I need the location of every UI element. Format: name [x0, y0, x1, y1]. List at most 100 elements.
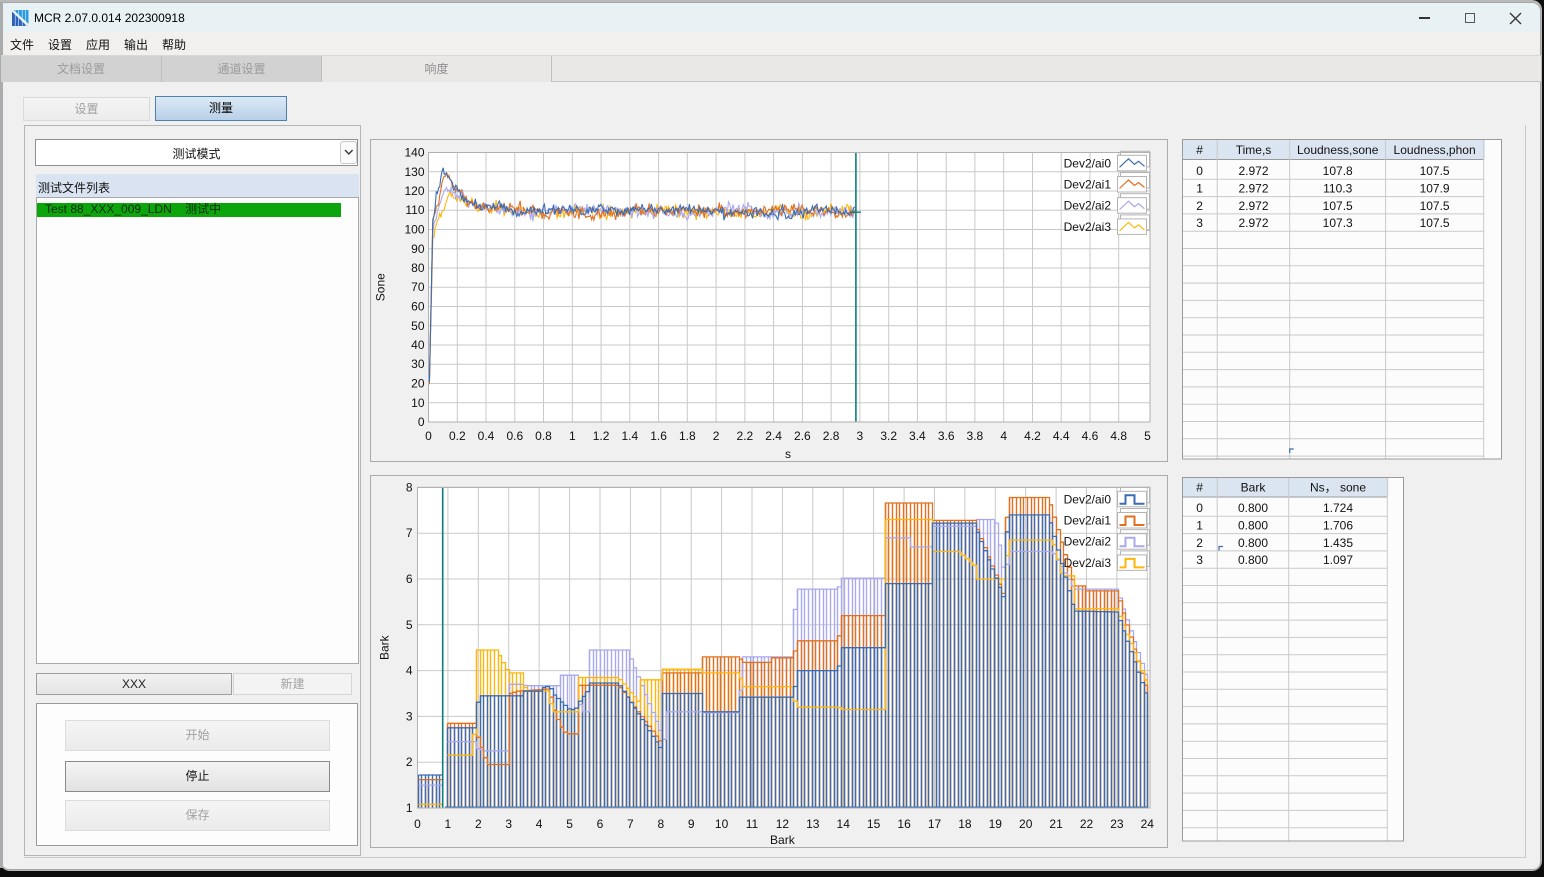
svg-text:0.4: 0.4 — [478, 429, 495, 443]
svg-text:0.800: 0.800 — [1237, 553, 1267, 567]
svg-text:130: 130 — [404, 165, 424, 179]
svg-text:7: 7 — [406, 526, 413, 540]
svg-text:120: 120 — [404, 184, 424, 198]
svg-text:1.435: 1.435 — [1322, 536, 1352, 550]
svg-text:2: 2 — [1196, 199, 1203, 213]
svg-text:Dev2/ai0: Dev2/ai0 — [1064, 492, 1112, 506]
svg-text:0: 0 — [425, 429, 432, 443]
svg-text:Bark: Bark — [378, 634, 392, 660]
svg-text:2: 2 — [406, 755, 413, 769]
svg-text:2: 2 — [713, 429, 720, 443]
svg-text:8: 8 — [406, 480, 413, 494]
svg-text:1.706: 1.706 — [1322, 519, 1352, 533]
svg-text:6: 6 — [597, 817, 604, 831]
svg-text:1.6: 1.6 — [650, 429, 667, 443]
svg-text:7: 7 — [627, 817, 634, 831]
svg-text:140: 140 — [404, 146, 424, 160]
svg-text:2: 2 — [1196, 536, 1203, 550]
svg-text:0.8: 0.8 — [535, 429, 552, 443]
svg-text:1: 1 — [569, 429, 576, 443]
svg-text:Bark: Bark — [770, 833, 796, 847]
svg-text:110: 110 — [405, 203, 424, 217]
svg-text:Sone: Sone — [374, 273, 388, 301]
svg-text:14: 14 — [837, 817, 851, 831]
svg-text:100: 100 — [404, 223, 424, 237]
svg-text:20: 20 — [1019, 817, 1033, 831]
svg-text:4.8: 4.8 — [1110, 429, 1127, 443]
svg-text:0: 0 — [418, 415, 425, 429]
svg-text:4: 4 — [536, 817, 543, 831]
svg-text:24: 24 — [1141, 817, 1155, 831]
svg-text:17: 17 — [928, 817, 942, 831]
svg-text:0.800: 0.800 — [1237, 501, 1267, 515]
svg-text:s: s — [785, 447, 791, 461]
svg-text:5: 5 — [406, 618, 413, 632]
svg-text:1.2: 1.2 — [593, 429, 610, 443]
svg-text:1.724: 1.724 — [1322, 501, 1352, 515]
svg-text:6: 6 — [406, 572, 413, 586]
svg-text:2.972: 2.972 — [1238, 164, 1268, 178]
svg-text:1.4: 1.4 — [621, 429, 638, 443]
svg-text:107.3: 107.3 — [1322, 216, 1352, 230]
svg-text:4.2: 4.2 — [1024, 429, 1041, 443]
svg-text:1: 1 — [406, 801, 413, 815]
svg-text:15: 15 — [867, 817, 881, 831]
svg-text:0.2: 0.2 — [449, 429, 466, 443]
svg-text:Dev2/ai1: Dev2/ai1 — [1064, 514, 1112, 528]
svg-text:50: 50 — [411, 319, 425, 333]
svg-text:107.5: 107.5 — [1419, 164, 1449, 178]
svg-text:1.097: 1.097 — [1322, 553, 1352, 567]
svg-text:Dev2/ai2: Dev2/ai2 — [1064, 535, 1112, 549]
svg-text:1: 1 — [445, 817, 452, 831]
svg-text:110.3: 110.3 — [1323, 182, 1352, 196]
svg-text:Loudness,sone: Loudness,sone — [1296, 143, 1378, 157]
svg-text:9: 9 — [688, 817, 695, 831]
svg-text:19: 19 — [989, 817, 1003, 831]
svg-text:0.800: 0.800 — [1237, 536, 1267, 550]
svg-text:3.6: 3.6 — [938, 429, 955, 443]
svg-text:16: 16 — [897, 817, 911, 831]
svg-text:2.972: 2.972 — [1238, 182, 1268, 196]
svg-text:0.800: 0.800 — [1237, 519, 1267, 533]
svg-text:80: 80 — [411, 261, 425, 275]
svg-text:3: 3 — [406, 709, 413, 723]
svg-text:0: 0 — [414, 817, 421, 831]
svg-text:Loudness,phon: Loudness,phon — [1393, 143, 1475, 157]
svg-text:20: 20 — [411, 377, 425, 391]
svg-text:22: 22 — [1080, 817, 1094, 831]
svg-text:4: 4 — [406, 664, 413, 678]
svg-text:1: 1 — [1196, 519, 1203, 533]
svg-text:2.4: 2.4 — [765, 429, 782, 443]
svg-text:3: 3 — [1196, 216, 1203, 230]
svg-text:60: 60 — [411, 300, 425, 314]
svg-text:2.8: 2.8 — [823, 429, 840, 443]
svg-text:Ns， sone: Ns， sone — [1309, 481, 1365, 495]
svg-text:4.6: 4.6 — [1082, 429, 1099, 443]
svg-text:1.8: 1.8 — [679, 429, 696, 443]
svg-text:3: 3 — [1196, 553, 1203, 567]
svg-text:1: 1 — [1196, 182, 1203, 196]
svg-text:2.2: 2.2 — [737, 429, 754, 443]
svg-text:2.972: 2.972 — [1238, 216, 1268, 230]
svg-text:23: 23 — [1110, 817, 1124, 831]
svg-text:107.5: 107.5 — [1419, 216, 1449, 230]
svg-text:30: 30 — [411, 357, 425, 371]
svg-text:2: 2 — [475, 817, 482, 831]
svg-text:4.4: 4.4 — [1053, 429, 1070, 443]
svg-text:3: 3 — [505, 817, 512, 831]
svg-text:107.5: 107.5 — [1419, 199, 1449, 213]
svg-text:107.8: 107.8 — [1322, 164, 1352, 178]
svg-text:13: 13 — [806, 817, 820, 831]
svg-text:107.5: 107.5 — [1322, 199, 1352, 213]
svg-text:#: # — [1196, 143, 1203, 157]
svg-text:12: 12 — [776, 817, 790, 831]
svg-text:8: 8 — [657, 817, 664, 831]
svg-text:90: 90 — [411, 242, 425, 256]
svg-text:18: 18 — [958, 817, 972, 831]
svg-text:0: 0 — [1196, 164, 1203, 178]
svg-text:0.6: 0.6 — [506, 429, 523, 443]
svg-text:10: 10 — [411, 396, 425, 410]
svg-text:#: # — [1196, 481, 1203, 495]
svg-text:3.4: 3.4 — [909, 429, 926, 443]
svg-text:4: 4 — [1000, 429, 1007, 443]
